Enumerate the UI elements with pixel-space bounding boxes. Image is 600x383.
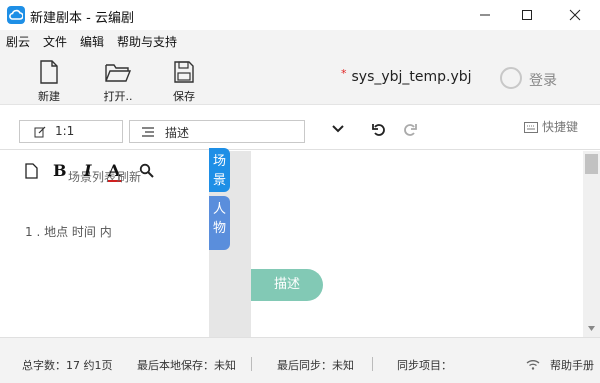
tab-scene[interactable]: 场景 [209,148,230,192]
scale-select[interactable]: 1:1 [19,120,123,143]
element-type-value: 描述 [165,126,190,140]
scroll-down-icon[interactable] [583,320,600,337]
folder-open-icon [105,64,132,82]
app-cloud-icon [7,6,25,24]
italic-button[interactable]: I [84,161,91,180]
maximize-icon[interactable] [504,0,550,30]
element-type-select[interactable]: 描述 [129,120,305,143]
description-element-tag[interactable]: 描述 [251,269,323,301]
file-name: * sys_ybj_temp.ybj [341,67,472,85]
save-icon [174,61,194,83]
menu-bar: 剧云 文件 编辑 帮助与支持 [0,30,600,52]
new-file-icon [40,60,58,84]
shortcut-label: 快捷键 [542,120,579,134]
menu-help[interactable]: 帮助与支持 [117,33,177,50]
scene-list-item[interactable]: 1 . 地点 时间 内 [25,223,112,240]
scale-value: 1:1 [55,124,75,138]
wifi-icon [526,360,540,370]
save-button[interactable]: 保存 [161,57,207,103]
status-bar: 总字数：17 约1页 最后本地保存：未知 最后同步：未知 同步项目： 帮助手册 [0,337,600,383]
title-bar: 新建剧本 - 云编剧 [0,0,600,30]
script-editor-area[interactable] [251,151,583,337]
status-divider [372,357,373,371]
editor-toolbar: 1:1 描述 [0,106,600,150]
close-icon[interactable] [552,0,598,30]
sync-items: 同步项目： [397,359,452,372]
chevron-down-icon[interactable] [331,122,345,136]
unsaved-marker: * [341,67,347,80]
minimize-icon[interactable] [462,0,508,30]
new-label: 新建 [38,90,60,103]
open-label: 打开.. [103,90,133,103]
tab-character[interactable]: 人物 [209,196,230,250]
keyboard-icon [524,122,538,133]
help-manual-link[interactable]: 帮助手册 [550,357,594,373]
status-divider [251,357,252,371]
refresh-label[interactable]: 刷新 [117,168,141,185]
menu-file[interactable]: 文件 [43,33,67,50]
vertical-scrollbar[interactable] [583,151,600,337]
file-name-text: sys_ybj_temp.ybj [351,69,472,85]
scroll-thumb[interactable] [585,154,598,174]
search-icon[interactable] [139,163,154,178]
window-title: 新建剧本 - 云编剧 [30,11,134,26]
open-button[interactable]: 打开.. [95,57,141,103]
shortcut-button[interactable]: 快捷键 [524,118,578,135]
login-button[interactable]: 登录 [529,70,557,90]
redo-icon[interactable] [402,122,418,138]
word-count: 总字数：17 约1页 [22,359,113,372]
edit-icon [34,126,46,138]
last-sync: 最后同步：未知 [277,359,354,372]
menu-edit[interactable]: 编辑 [80,33,104,50]
text-lines-icon [142,127,154,137]
save-label: 保存 [173,90,195,103]
last-local-save: 最后本地保存：未知 [137,359,236,372]
undo-icon[interactable] [371,122,387,138]
document-icon[interactable] [25,163,38,179]
bold-button[interactable]: B [53,161,67,180]
user-avatar-icon[interactable] [500,67,522,89]
menu-juyun[interactable]: 剧云 [6,33,30,50]
new-button[interactable]: 新建 [26,57,72,103]
